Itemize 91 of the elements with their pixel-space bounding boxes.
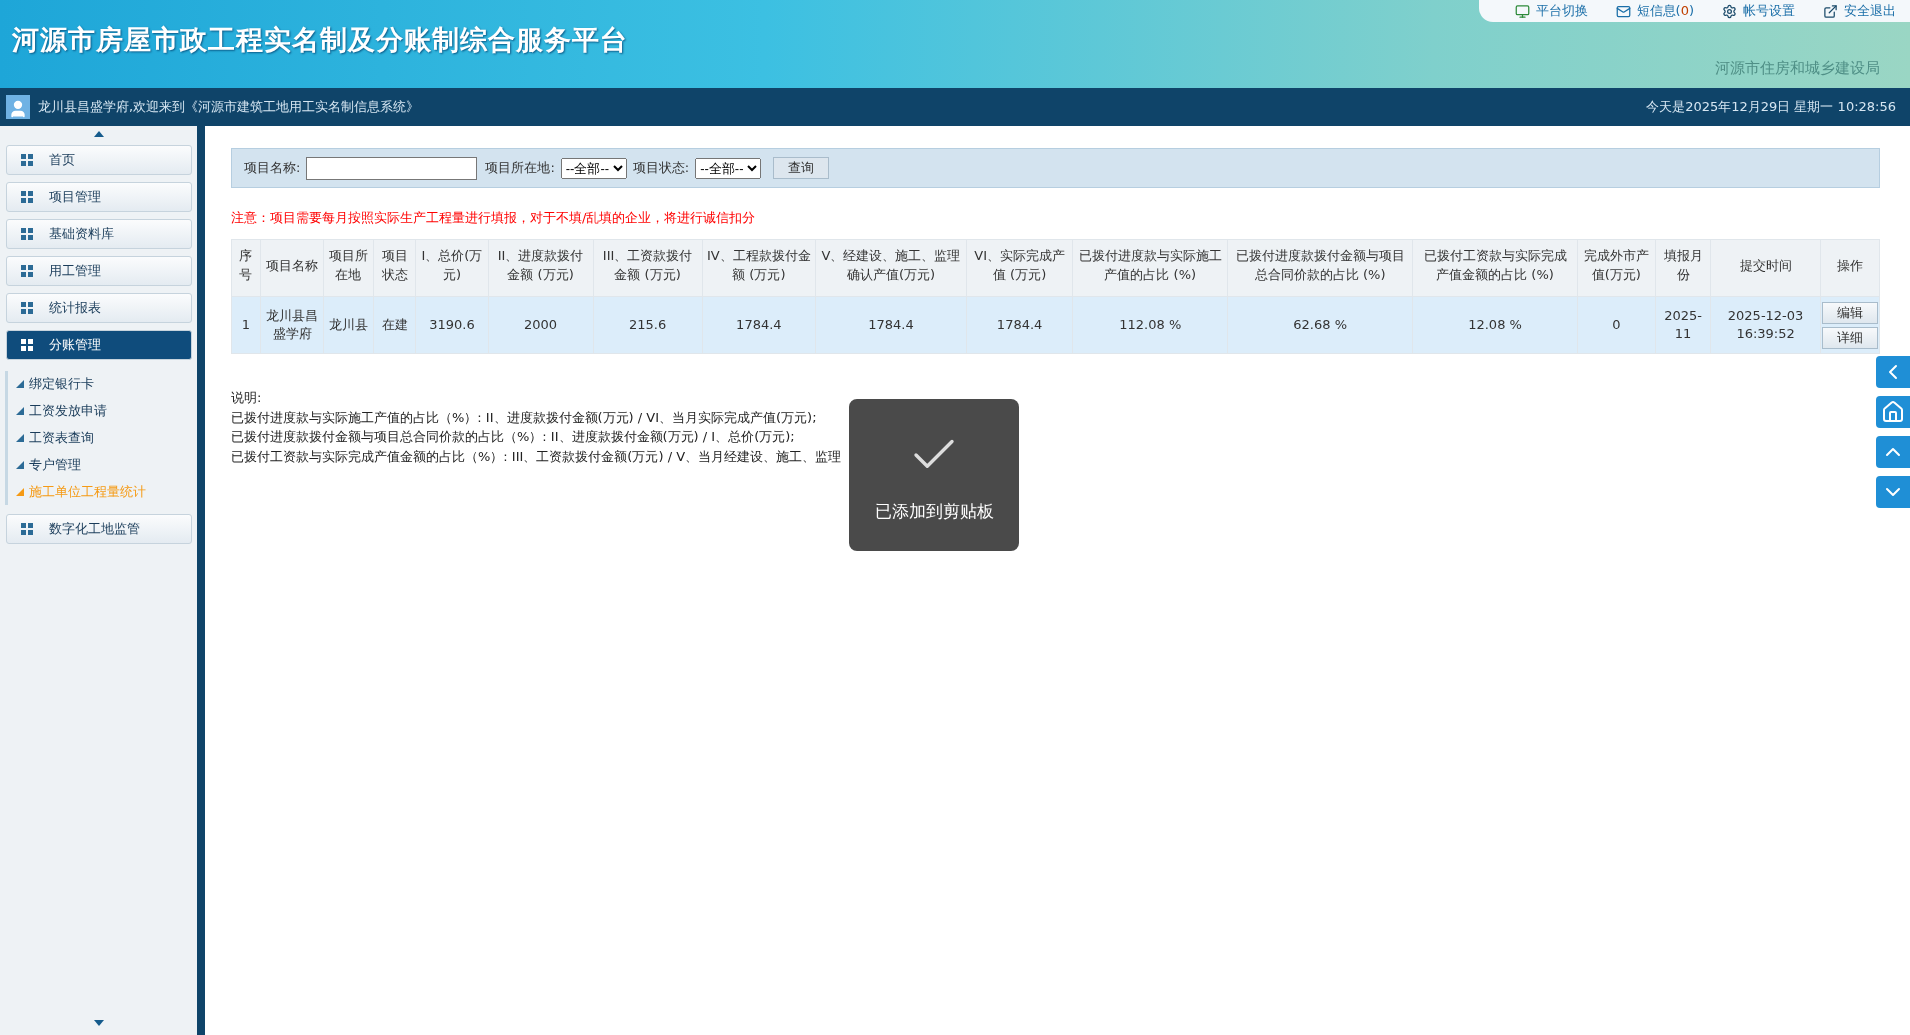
- home-icon: [1881, 400, 1905, 424]
- grid-icon: [20, 302, 33, 314]
- column-header: 已拨付进度款拨付金额与项目总合同价款的占比 (%): [1227, 239, 1413, 297]
- table-cell: 1784.4: [966, 296, 1073, 354]
- table-cell: 2025-11: [1655, 296, 1711, 354]
- menu-item[interactable]: 基础资料库: [5, 219, 192, 249]
- grid-icon: [20, 523, 33, 535]
- grid-icon: [20, 154, 33, 166]
- table-cell: 在建: [373, 296, 416, 354]
- table-cell: 1784.4: [702, 296, 816, 354]
- column-header: 提交时间: [1710, 239, 1821, 297]
- table-cell: 215.6: [593, 296, 703, 354]
- column-header: 操作: [1820, 239, 1880, 297]
- submenu-item[interactable]: 绑定银行卡: [16, 375, 192, 393]
- column-header: 已拨付工资款与实际完成产值金额的占比 (%): [1412, 239, 1578, 297]
- action-button[interactable]: 编辑: [1821, 301, 1878, 324]
- top-link[interactable]: 安全退出: [1823, 2, 1896, 20]
- grid-icon: [20, 265, 33, 277]
- user-avatar-icon: [6, 95, 30, 119]
- project-name-input[interactable]: [306, 156, 478, 180]
- submenu-item[interactable]: 工资发放申请: [16, 402, 192, 420]
- settings-icon: [1722, 3, 1737, 19]
- home-button[interactable]: [1876, 396, 1910, 428]
- table-cell: 112.08 %: [1072, 296, 1228, 354]
- logout-icon: [1823, 3, 1838, 19]
- column-header: 项目状态: [373, 239, 416, 297]
- column-header: IV、工程款拨付金额 (万元): [702, 239, 816, 297]
- computer-icon: [1514, 3, 1530, 19]
- grid-icon: [20, 191, 33, 203]
- table-cell: 0: [1577, 296, 1656, 354]
- menu-item[interactable]: 用工管理: [5, 256, 192, 286]
- field-label: 项目所在地:: [485, 159, 555, 177]
- table-cell: 3190.6: [415, 296, 489, 354]
- column-header: I、总价(万元): [415, 239, 489, 297]
- location-select[interactable]: --全部--: [560, 157, 627, 179]
- toast-popup: 已添加到剪贴板: [849, 399, 1019, 551]
- triangle-icon: [16, 380, 24, 388]
- date-time: 今天是2025年12月29日 星期一 10:28:56: [1646, 98, 1896, 116]
- column-header: 已拨付进度款与实际施工产值的占比 (%): [1072, 239, 1228, 297]
- menu-item[interactable]: 统计报表: [5, 293, 192, 323]
- table-cell: 1: [231, 296, 261, 354]
- field-label: 项目名称:: [244, 159, 301, 177]
- grid-icon: [20, 228, 33, 240]
- menu-item[interactable]: 项目管理: [5, 182, 192, 212]
- table-cell: 12.08 %: [1412, 296, 1578, 354]
- scroll-bottom-button[interactable]: [1876, 476, 1910, 508]
- triangle-icon: [16, 407, 24, 415]
- query-button[interactable]: 查询: [773, 157, 830, 179]
- menu-item[interactable]: 首页: [5, 145, 192, 175]
- status-select[interactable]: --全部--: [695, 157, 762, 179]
- submenu-item[interactable]: 工资表查询: [16, 429, 192, 447]
- explanation-text: 已拨付进度款拨付金额与项目总合同价款的占比（%）: II、进度款拨付金额(万元) / I、总价(万元);: [231, 428, 796, 446]
- field-label: 项目状态:: [632, 159, 690, 177]
- table-cell: 2025-12-03 16:39:52: [1710, 296, 1821, 354]
- table-cell: 1784.4: [815, 296, 967, 354]
- explanation-text: 已拨付工资款与实际完成产值金额的占比（%）: III、工资款拨付金额(万元) / V、当月经建设、施工、监理: [231, 447, 843, 466]
- menu-item[interactable]: 数字化工地监管: [5, 514, 192, 544]
- submenu-item[interactable]: 专户管理: [16, 456, 192, 474]
- site-title: 河源市房屋市政工程实名制及分账制综合服务平台: [11, 23, 628, 57]
- top-link[interactable]: 帐号设置: [1722, 2, 1795, 20]
- scroll-down-icon[interactable]: [92, 1019, 105, 1027]
- scroll-up-icon[interactable]: [92, 130, 105, 138]
- column-header: 序号: [231, 239, 261, 297]
- column-header: III、工资款拨付金额 (万元): [593, 239, 703, 297]
- table-cell: 62.68 %: [1227, 296, 1413, 354]
- table-cell: 2000: [488, 296, 594, 354]
- triangle-icon: [16, 488, 24, 496]
- top-link[interactable]: 短信息(0): [1615, 2, 1694, 20]
- welcome-text: 龙川县昌盛学府,欢迎来到《河源市建筑工地用工实名制信息系统》: [38, 98, 420, 116]
- envelope-icon: [1615, 3, 1631, 19]
- explanation-title: 说明:: [231, 389, 263, 407]
- warning-notice: 注意：项目需要每月按照实际生产工程量进行填报，对于不填/乱填的企业，将进行诚信扣分: [231, 209, 757, 227]
- table-cell: 龙川县昌盛学府: [260, 296, 324, 354]
- table-cell: 龙川县: [323, 296, 374, 354]
- top-link[interactable]: 平台切换: [1514, 2, 1588, 20]
- column-header: 填报月份: [1655, 239, 1711, 297]
- agency-name: 河源市住房和城乡建设局: [1715, 59, 1881, 79]
- column-header: V、经建设、施工、监理确认产值(万元): [815, 239, 967, 297]
- column-header: 完成外市产值(万元): [1577, 239, 1656, 297]
- column-header: II、进度款拨付金额 (万元): [488, 239, 594, 297]
- explanation-text: 已拨付进度款与实际施工产值的占比（%）: II、进度款拨付金额(万元) / VI、当月实际完成产值(万元);: [231, 408, 818, 427]
- triangle-icon: [16, 461, 24, 469]
- column-header: VI、实际完成产值 (万元): [966, 239, 1073, 297]
- column-header: 项目名称: [260, 239, 324, 297]
- back-button[interactable]: [1876, 356, 1910, 388]
- grid-icon: [20, 339, 33, 351]
- triangle-icon: [16, 434, 24, 442]
- menu-item[interactable]: 分账管理: [5, 330, 192, 360]
- action-button[interactable]: 详细: [1821, 326, 1878, 349]
- column-header: 项目所在地: [323, 239, 374, 297]
- scroll-top-button[interactable]: [1876, 436, 1910, 468]
